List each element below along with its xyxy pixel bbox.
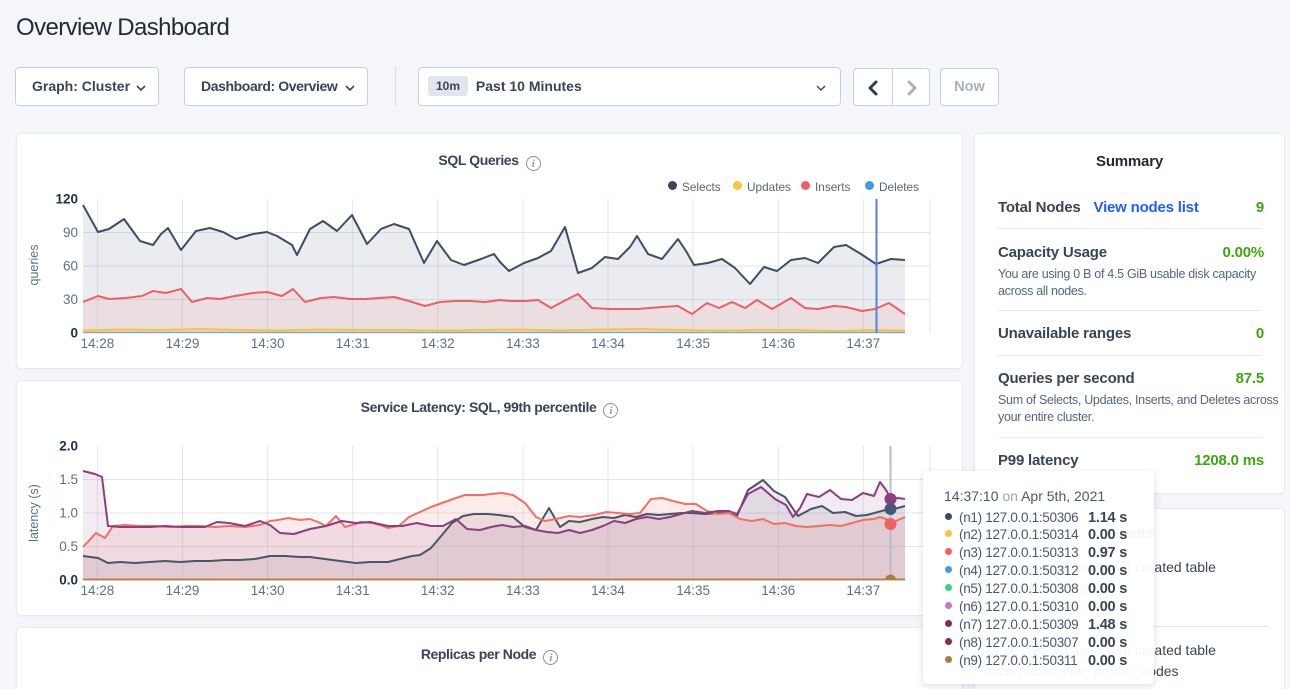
svg-text:14:30: 14:30 xyxy=(251,583,285,598)
svg-text:60: 60 xyxy=(63,259,78,274)
svg-text:14:36: 14:36 xyxy=(761,583,795,598)
svg-text:14:30: 14:30 xyxy=(251,336,285,351)
svg-text:30: 30 xyxy=(63,292,78,307)
svg-text:14:28: 14:28 xyxy=(81,583,115,598)
svg-text:120: 120 xyxy=(55,192,78,207)
svg-text:1.5: 1.5 xyxy=(59,472,78,487)
svg-text:0.5: 0.5 xyxy=(59,539,78,554)
svg-text:1.0: 1.0 xyxy=(59,506,78,521)
svg-text:14:34: 14:34 xyxy=(591,583,625,598)
svg-text:14:28: 14:28 xyxy=(81,336,115,351)
svg-text:14:37: 14:37 xyxy=(846,583,880,598)
svg-text:0: 0 xyxy=(70,326,78,341)
svg-text:14:31: 14:31 xyxy=(336,336,370,351)
svg-text:queries: queries xyxy=(27,245,41,286)
svg-text:90: 90 xyxy=(63,225,78,240)
svg-text:14:29: 14:29 xyxy=(166,336,200,351)
svg-text:14:36: 14:36 xyxy=(761,336,795,351)
svg-text:14:35: 14:35 xyxy=(676,336,710,351)
svg-text:0.0: 0.0 xyxy=(59,573,78,588)
svg-text:14:29: 14:29 xyxy=(166,583,200,598)
svg-text:14:32: 14:32 xyxy=(421,583,455,598)
svg-text:14:33: 14:33 xyxy=(506,583,540,598)
svg-text:latency (s): latency (s) xyxy=(27,484,41,542)
svg-text:14:37: 14:37 xyxy=(846,336,880,351)
svg-text:14:31: 14:31 xyxy=(336,583,370,598)
svg-text:14:34: 14:34 xyxy=(591,336,625,351)
svg-text:2.0: 2.0 xyxy=(59,439,78,454)
svg-text:14:32: 14:32 xyxy=(421,336,455,351)
svg-text:14:33: 14:33 xyxy=(506,336,540,351)
svg-text:14:35: 14:35 xyxy=(676,583,710,598)
